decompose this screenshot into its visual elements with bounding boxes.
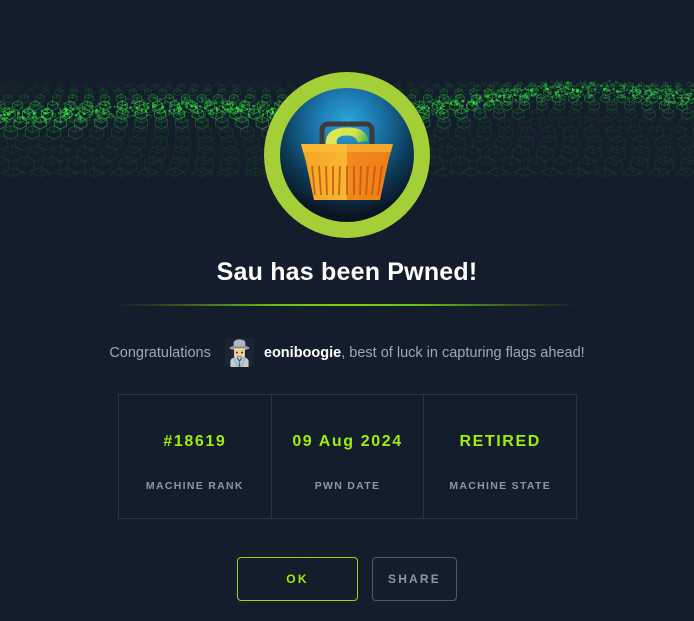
- cube-terrain-svg: [0, 78, 694, 178]
- stat-machine-state: RETIRED MACHINE STATE: [423, 395, 576, 518]
- share-button[interactable]: SHARE: [372, 557, 457, 601]
- ok-button[interactable]: OK: [237, 557, 358, 601]
- congratulations-lead: Congratulations: [109, 345, 211, 361]
- stat-value: #18619: [163, 433, 226, 451]
- button-row: OK SHARE: [0, 557, 694, 601]
- stat-value: RETIRED: [459, 433, 540, 451]
- congratulations-row: Congratulations eoniboogie , best of luc…: [0, 338, 694, 367]
- detective-emoji-avatar-icon: [225, 338, 254, 367]
- stat-pwn-date: 09 Aug 2024 PWN DATE: [271, 395, 424, 518]
- username: eoniboogie: [264, 345, 341, 361]
- stat-machine-rank: #18619 MACHINE RANK: [119, 395, 271, 518]
- stat-value: 09 Aug 2024: [292, 433, 402, 451]
- stat-label: PWN DATE: [272, 480, 424, 492]
- congratulations-tail: , best of luck in capturing flags ahead!: [341, 345, 584, 361]
- cube-terrain-banner: [0, 78, 694, 178]
- stats-panel: #18619 MACHINE RANK 09 Aug 2024 PWN DATE…: [118, 394, 577, 519]
- stat-label: MACHINE RANK: [119, 480, 271, 492]
- divider: [117, 304, 577, 306]
- stat-label: MACHINE STATE: [424, 480, 576, 492]
- page-title: Sau has been Pwned!: [0, 258, 694, 287]
